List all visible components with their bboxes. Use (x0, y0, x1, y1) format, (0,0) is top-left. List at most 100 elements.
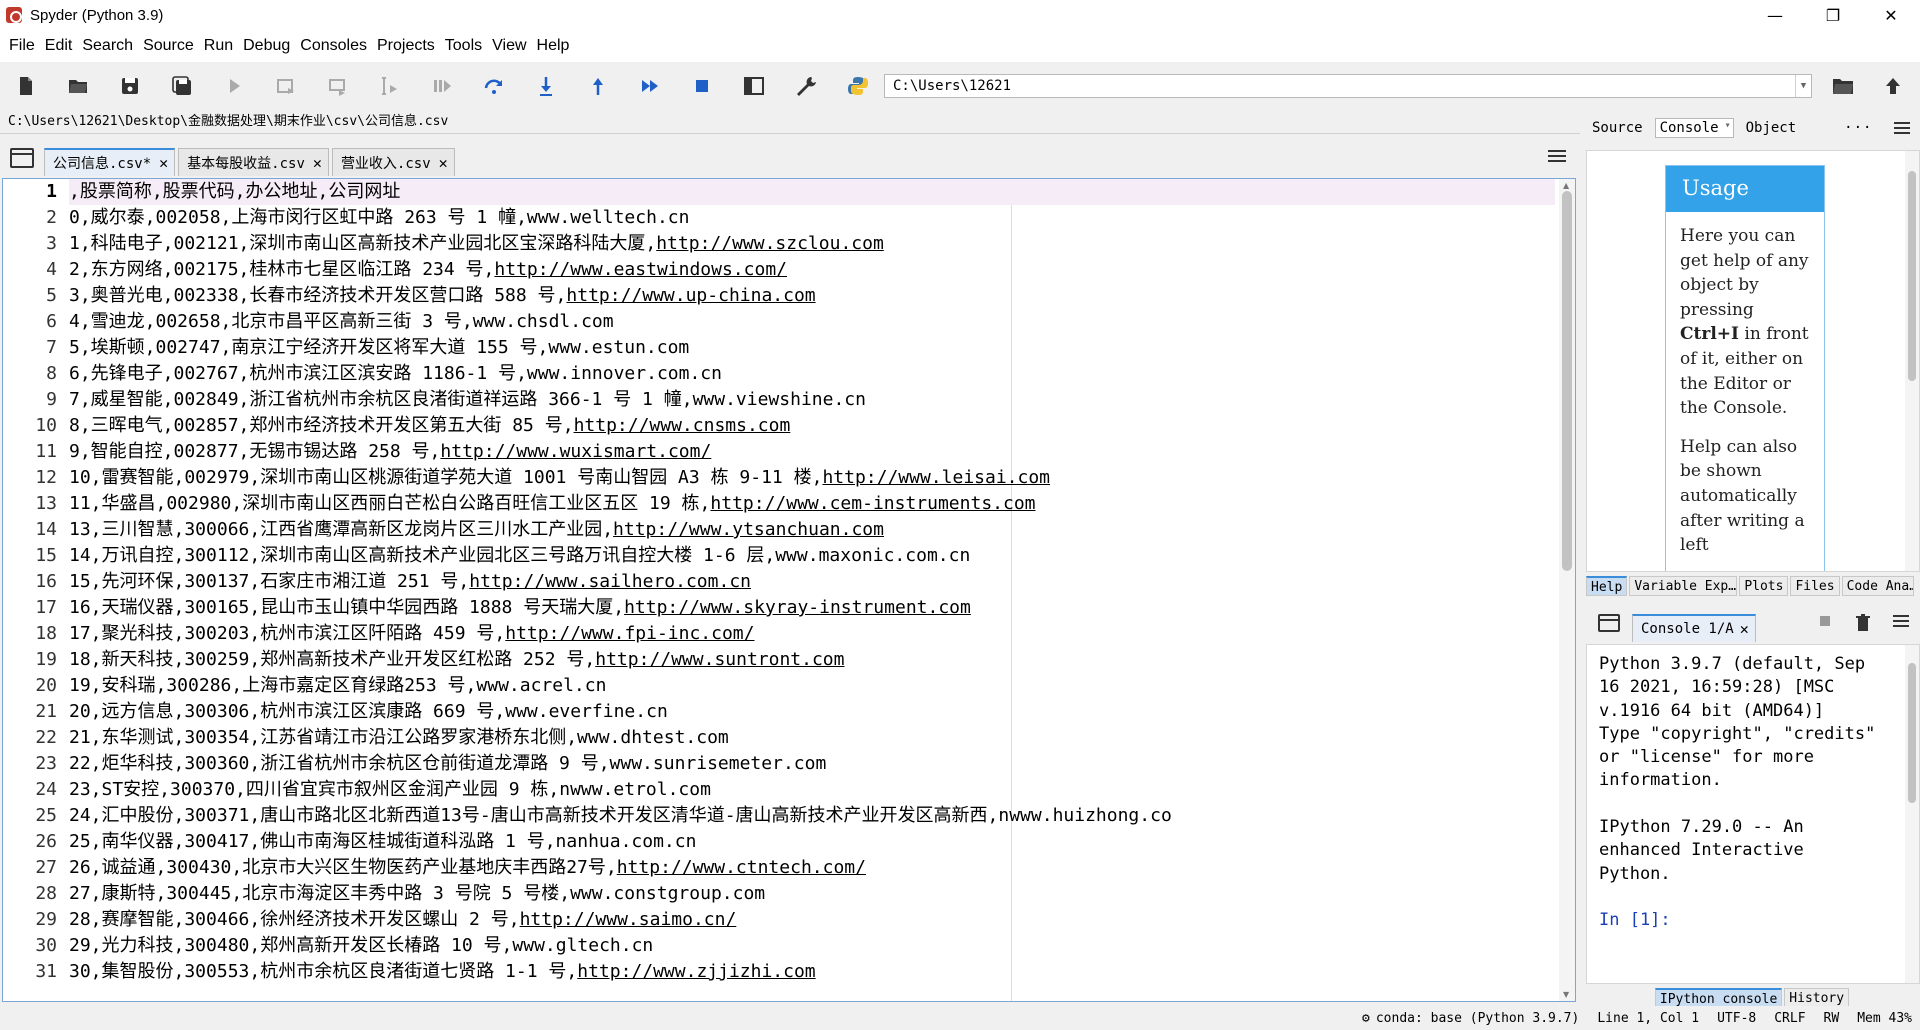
code-line[interactable]: 10,雷赛智能,002979,深圳市南山区桃源街道学苑大道 1001 号南山智园… (69, 465, 1555, 491)
console-options-menu-icon[interactable] (1882, 614, 1920, 632)
code-line[interactable]: 0,威尔泰,002058,上海市闵行区虹中路 263 号 1 幢,www.wel… (69, 205, 1555, 231)
menu-file[interactable]: File (4, 37, 40, 55)
code-line[interactable]: 28,赛摩智能,300466,徐州经济技术开发区螺山 2 号,http://ww… (69, 907, 1555, 933)
chevron-down-icon[interactable]: ▼ (1795, 75, 1811, 97)
console-scrollbar[interactable] (1905, 645, 1919, 983)
save-file-button[interactable] (110, 69, 150, 103)
tab-files[interactable]: Files (1790, 576, 1840, 596)
code-line[interactable]: 1,科陆电子,002121,深圳市南山区高新技术产业园北区宝深路科陆大厦,htt… (69, 231, 1555, 257)
scrollbar-thumb[interactable] (1908, 171, 1916, 381)
preferences-button[interactable] (786, 69, 826, 103)
menu-search[interactable]: Search (77, 37, 138, 55)
code-line[interactable]: 8,三晖电气,002857,郑州市经济技术开发区第五大街 85 号,http:/… (69, 413, 1555, 439)
step-over-button[interactable] (474, 69, 514, 103)
help-source-select[interactable]: Console (1654, 118, 1734, 138)
clear-console-button[interactable] (1844, 614, 1882, 632)
url-link[interactable]: http://www.wuxismart.com/ (440, 441, 711, 462)
stop-debug-button[interactable] (682, 69, 722, 103)
menu-run[interactable]: Run (199, 37, 238, 55)
code-line[interactable]: 25,南华仪器,300417,佛山市南海区桂城街道科泓路 1 号,nanhua.… (69, 829, 1555, 855)
code-line[interactable]: 9,智能自控,002877,无锡市锡达路 258 号,http://www.wu… (69, 439, 1555, 465)
scroll-up-icon[interactable]: ▲ (1563, 181, 1569, 190)
code-line[interactable]: 18,新天科技,300259,郑州高新技术产业开发区红松路 252 号,http… (69, 647, 1555, 673)
browse-tabs-icon[interactable] (10, 148, 34, 168)
url-link[interactable]: http://www.suntront.com (595, 649, 844, 670)
close-icon[interactable]: ✕ (313, 154, 322, 172)
tab-help[interactable]: Help (1586, 576, 1628, 596)
url-link[interactable]: http://www.zjjizhi.com (577, 961, 815, 982)
parent-directory-button[interactable] (1878, 72, 1908, 100)
close-icon[interactable]: ✕ (1740, 620, 1749, 638)
run-cell-button[interactable] (266, 69, 306, 103)
step-return-button[interactable] (578, 69, 618, 103)
save-all-button[interactable] (162, 69, 202, 103)
code-line[interactable]: 7,威星智能,002849,浙江省杭州市余杭区良渚街道祥运路 366-1 号 1… (69, 387, 1555, 413)
tab-ipython-console[interactable]: IPython console (1654, 988, 1783, 1008)
url-link[interactable]: http://www.sailhero.com.cn (469, 571, 751, 592)
ipython-console[interactable]: Python 3.9.7 (default, Sep 16 2021, 16:5… (1586, 644, 1920, 984)
help-scrollbar[interactable] (1905, 151, 1919, 571)
working-directory-input[interactable]: C:\Users\12621 ▼ (884, 74, 1812, 98)
url-link[interactable]: http://www.fpi-inc.com/ (505, 623, 754, 644)
menu-source[interactable]: Source (138, 37, 199, 55)
editor-text-area[interactable]: ,股票简称,股票代码,办公地址,公司网址 0,威尔泰,002058,上海市闵行区虹… (69, 179, 1555, 1001)
editor-options-menu-icon[interactable] (1548, 150, 1566, 164)
tab-history[interactable]: History (1784, 988, 1850, 1008)
url-link[interactable]: http://www.cem-instruments.com (710, 493, 1035, 514)
code-line[interactable]: 14,万讯自控,300112,深圳市南山区高新技术产业园北区三号路万讯自控大楼 … (69, 543, 1555, 569)
menu-consoles[interactable]: Consoles (295, 37, 372, 55)
menu-help[interactable]: Help (532, 37, 575, 55)
run-selection-button[interactable] (370, 69, 410, 103)
code-line[interactable]: 26,诚益通,300430,北京市大兴区生物医药产业基地庆丰西路27号,http… (69, 855, 1555, 881)
code-line[interactable]: 17,聚光科技,300203,杭州市滨江区阡陌路 459 号,http://ww… (69, 621, 1555, 647)
close-icon[interactable]: ✕ (439, 154, 448, 172)
code-line[interactable]: 22,炬华科技,300360,浙江省杭州市余杭区仓前街道龙潭路 9 号,www.… (69, 751, 1555, 777)
code-line[interactable]: 23,ST安控,300370,四川省宜宾市叙州区金润产业园 9 栋,nwww.e… (69, 777, 1555, 803)
tab-console-1[interactable]: Console 1/A ✕ (1632, 614, 1756, 642)
tab-basic-eps[interactable]: 基本每股收益.csv ✕ (178, 148, 329, 176)
url-link[interactable]: http://www.ctntech.com/ (617, 857, 866, 878)
run-button[interactable] (214, 69, 254, 103)
console-output[interactable]: Python 3.9.7 (default, Sep 16 2021, 16:5… (1587, 645, 1887, 933)
menu-edit[interactable]: Edit (40, 37, 78, 55)
code-line[interactable]: 29,光力科技,300480,郑州高新开发区长椿路 10 号,www.gltec… (69, 933, 1555, 959)
code-line[interactable]: 4,雪迪龙,002658,北京市昌平区高新三街 3 号,www.chsdl.co… (69, 309, 1555, 335)
url-link[interactable]: http://www.up-china.com (566, 285, 815, 306)
browse-directory-button[interactable] (1828, 72, 1858, 100)
debug-button[interactable] (422, 69, 462, 103)
code-line[interactable]: 13,三川智慧,300066,江西省鹰潭高新区龙岗片区三川水工产业园,http:… (69, 517, 1555, 543)
scrollbar-thumb[interactable] (1908, 663, 1916, 803)
tab-variable-explorer[interactable]: Variable Exp… (1629, 576, 1738, 596)
maximize-pane-button[interactable] (734, 69, 774, 103)
url-link[interactable]: http://www.skyray-instrument.com (624, 597, 971, 618)
editor-scrollbar[interactable]: ▲ ▼ (1559, 179, 1575, 1001)
continue-button[interactable] (630, 69, 670, 103)
url-link[interactable]: http://www.leisai.com (822, 467, 1050, 488)
tab-plots[interactable]: Plots (1739, 576, 1789, 596)
url-link[interactable]: http://www.eastwindows.com/ (494, 259, 787, 280)
status-conda[interactable]: conda: base (Python 3.9.7) (1376, 1011, 1580, 1026)
code-line[interactable]: 16,天瑞仪器,300165,昆山市玉山镇中华园西路 1888 号天瑞大厦,ht… (69, 595, 1555, 621)
code-editor[interactable]: 1 2 3 4 5 6 7 8 9 10 11 12 13 14 15 16 17 18 19 20 21 22 23 24 2… (2, 178, 1576, 1002)
code-line[interactable]: 15,先河环保,300137,石家庄市湘江道 251 号,http://www.… (69, 569, 1555, 595)
help-options-menu-icon[interactable] (1894, 122, 1910, 137)
maximize-button[interactable]: ❐ (1804, 0, 1862, 30)
close-window-button[interactable]: ✕ (1862, 0, 1920, 30)
code-line[interactable]: 3,奥普光电,002338,长春市经济技术开发区营口路 588 号,http:/… (69, 283, 1555, 309)
run-cell-advance-button[interactable] (318, 69, 358, 103)
scroll-down-icon[interactable]: ▼ (1563, 990, 1569, 999)
code-line[interactable]: 5,埃斯顿,002747,南京江宁经济开发区将军大道 155 号,www.est… (69, 335, 1555, 361)
url-link[interactable]: http://www.saimo.cn/ (520, 909, 737, 930)
code-line[interactable]: 24,汇中股份,300371,唐山市路北区北新西道13号-唐山市高新技术开发区清… (69, 803, 1555, 829)
open-file-button[interactable] (58, 69, 98, 103)
code-line[interactable]: 27,康斯特,300445,北京市海淀区丰秀中路 3 号院 5 号楼,www.c… (69, 881, 1555, 907)
code-line[interactable]: 2,东方网络,002175,桂林市七星区临江路 234 号,http://www… (69, 257, 1555, 283)
close-icon[interactable]: ✕ (159, 154, 168, 172)
code-line[interactable]: 20,远方信息,300306,杭州市滨江区滨康路 669 号,www.everf… (69, 699, 1555, 725)
new-file-button[interactable] (6, 69, 46, 103)
browse-tabs-icon[interactable] (1598, 614, 1620, 632)
url-link[interactable]: http://www.ytsanchuan.com (613, 519, 884, 540)
code-line[interactable]: 30,集智股份,300553,杭州市余杭区良渚街道七贤路 1-1 号,http:… (69, 959, 1555, 985)
interrupt-kernel-button[interactable] (1806, 614, 1844, 632)
url-link[interactable]: http://www.szclou.com (656, 233, 884, 254)
